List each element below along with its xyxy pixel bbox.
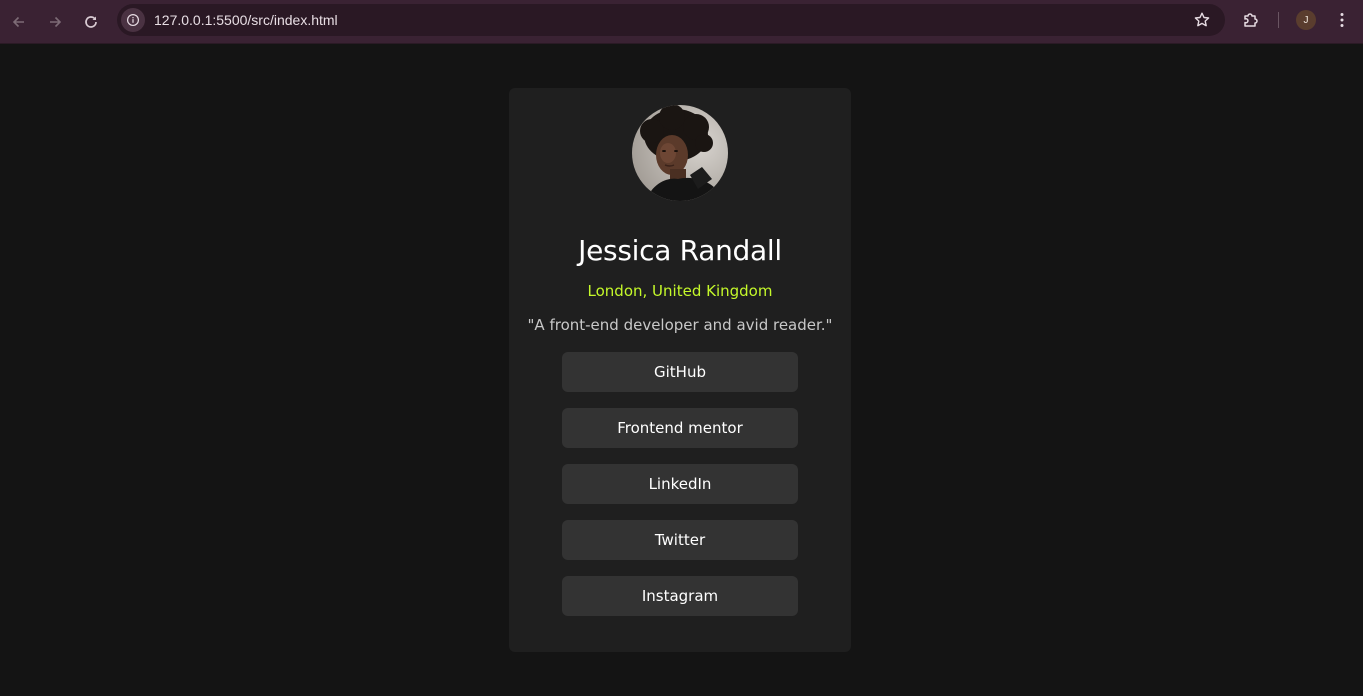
profile-button[interactable]: J <box>1291 5 1321 35</box>
profile-card: Jessica Randall London, United Kingdom "… <box>509 88 851 652</box>
arrow-left-icon <box>12 16 24 27</box>
arrow-right-icon <box>50 16 62 27</box>
bookmark-star-icon[interactable] <box>1193 11 1211 29</box>
reload-button[interactable] <box>73 4 109 40</box>
linkedin-link-button[interactable]: LinkedIn <box>562 464 798 504</box>
profile-photo <box>632 105 728 201</box>
extensions-button[interactable] <box>1236 5 1266 35</box>
instagram-link-button[interactable]: Instagram <box>562 576 798 616</box>
url-text[interactable]: 127.0.0.1:5500/src/index.html <box>154 12 338 28</box>
frontend-mentor-link-button[interactable]: Frontend mentor <box>562 408 798 448</box>
github-link-button[interactable]: GitHub <box>562 352 798 392</box>
address-bar[interactable]: 127.0.0.1:5500/src/index.html <box>117 4 1225 36</box>
toolbar-actions: J <box>1236 4 1357 36</box>
info-icon <box>126 13 140 27</box>
toolbar-divider <box>1278 12 1279 28</box>
social-links: GitHub Frontend mentor LinkedIn Twitter … <box>562 352 798 616</box>
profile-bio: "A front-end developer and avid reader." <box>527 316 833 334</box>
site-info-button[interactable] <box>121 8 145 32</box>
browser-toolbar: 127.0.0.1:5500/src/index.html J <box>0 0 1363 44</box>
forward-button[interactable] <box>37 4 73 40</box>
more-vertical-icon <box>1340 13 1344 27</box>
puzzle-icon <box>1244 13 1258 27</box>
portrait-image <box>632 105 728 201</box>
twitter-link-button[interactable]: Twitter <box>562 520 798 560</box>
back-button[interactable] <box>1 4 37 40</box>
profile-avatar: J <box>1296 10 1316 30</box>
profile-name: Jessica Randall <box>578 234 782 267</box>
menu-button[interactable] <box>1327 5 1357 35</box>
profile-location: London, United Kingdom <box>587 282 773 300</box>
reload-icon <box>85 15 97 28</box>
